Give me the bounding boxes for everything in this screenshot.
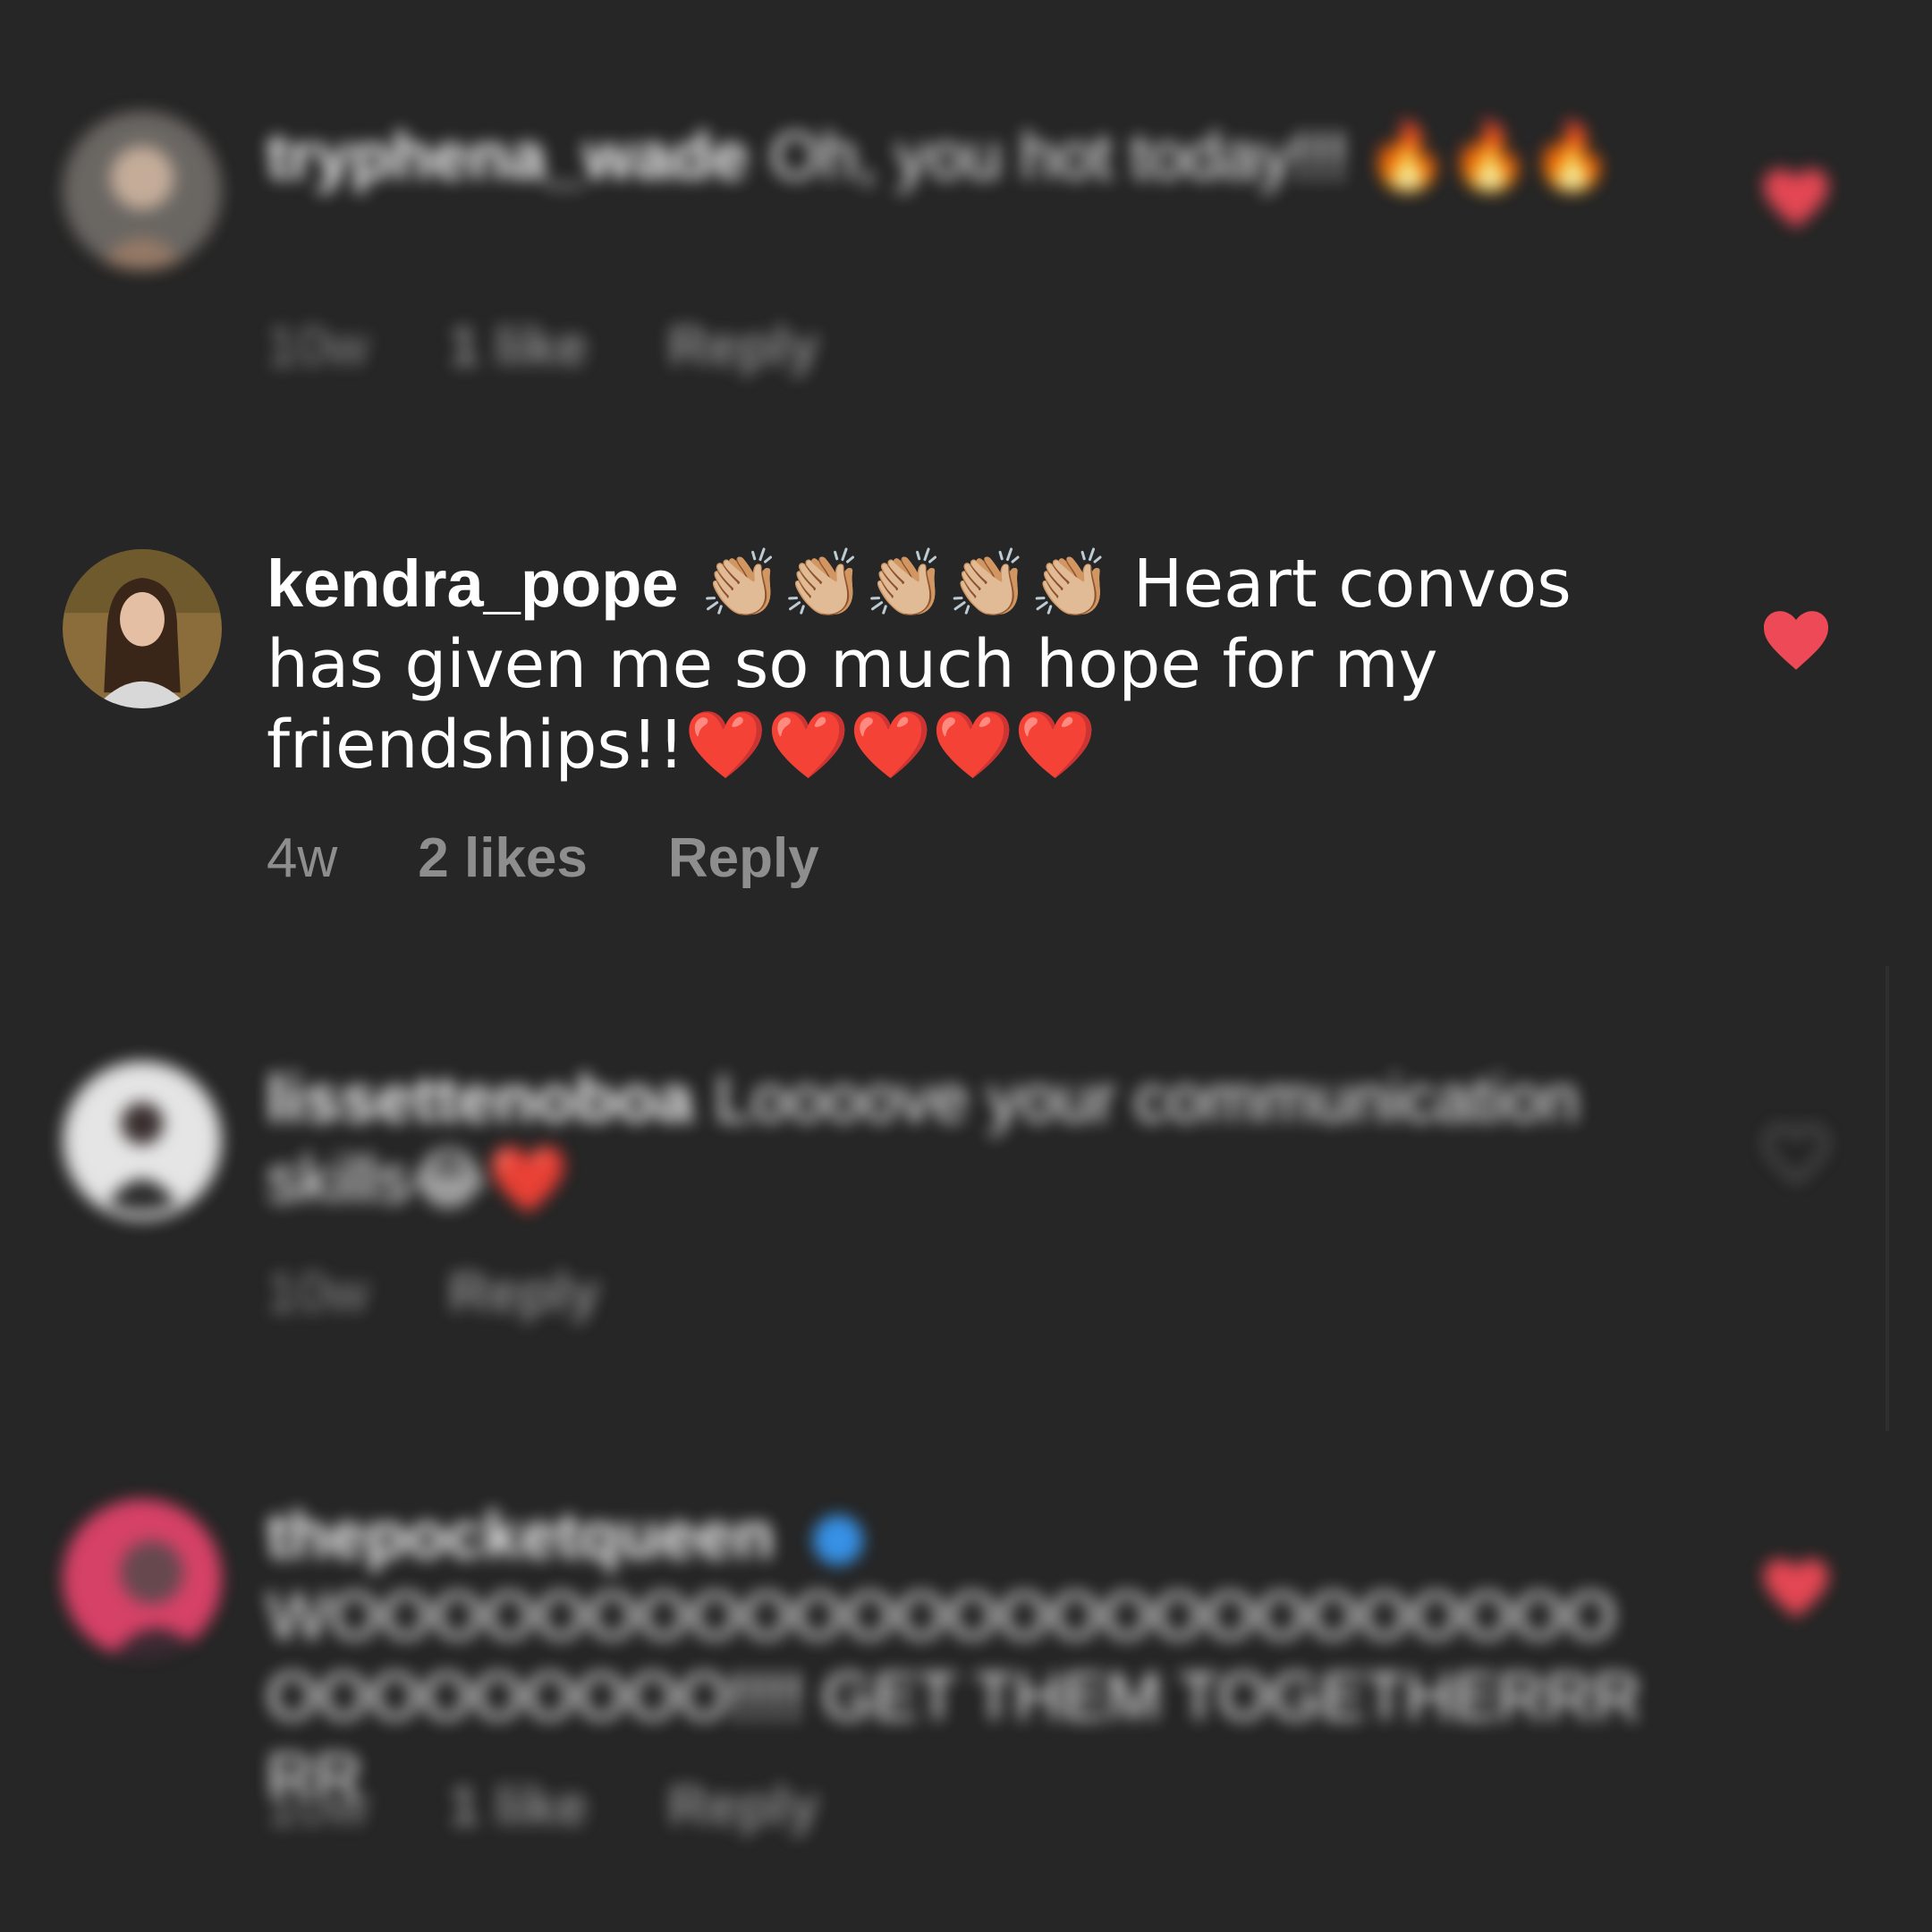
verified-badge-icon (813, 1515, 864, 1566)
avatar[interactable] (63, 1061, 222, 1220)
scrollbar[interactable] (1885, 966, 1889, 1431)
avatar[interactable] (63, 111, 222, 270)
comment-time: 4w (267, 827, 338, 889)
reply-button[interactable]: Reply (449, 1262, 600, 1324)
comment-likes[interactable]: 1 like (449, 1775, 588, 1837)
avatar[interactable] (63, 1499, 222, 1658)
reply-button[interactable]: Reply (668, 1775, 819, 1837)
heart-outline-icon[interactable] (1760, 1122, 1832, 1186)
comment-username[interactable]: kendra_pope (267, 547, 679, 621)
comment-time: 10w (267, 316, 369, 377)
comment-text: Oh, you hot today!!! 🔥🔥🔥 (769, 119, 1614, 193)
heart-icon[interactable] (1760, 1556, 1832, 1621)
avatar[interactable] (63, 549, 222, 708)
heart-icon[interactable] (1760, 166, 1832, 231)
reply-button[interactable]: Reply (668, 827, 819, 889)
comment-time: 10w (267, 1262, 369, 1324)
comment-time: 10w (267, 1775, 369, 1837)
reply-button[interactable]: Reply (668, 316, 819, 377)
comments-screen: tryphena_wade Oh, you hot today!!! 🔥🔥🔥 10… (0, 0, 1932, 1932)
comment-username[interactable]: tryphena_wade (267, 119, 749, 193)
comment-username[interactable]: thepocketqueen (267, 1498, 774, 1572)
comment-likes[interactable]: 1 like (449, 316, 588, 377)
heart-icon[interactable] (1760, 608, 1832, 673)
comment-likes[interactable]: 2 likes (418, 827, 588, 889)
comment-username[interactable]: lissettenoboa (267, 1062, 693, 1136)
